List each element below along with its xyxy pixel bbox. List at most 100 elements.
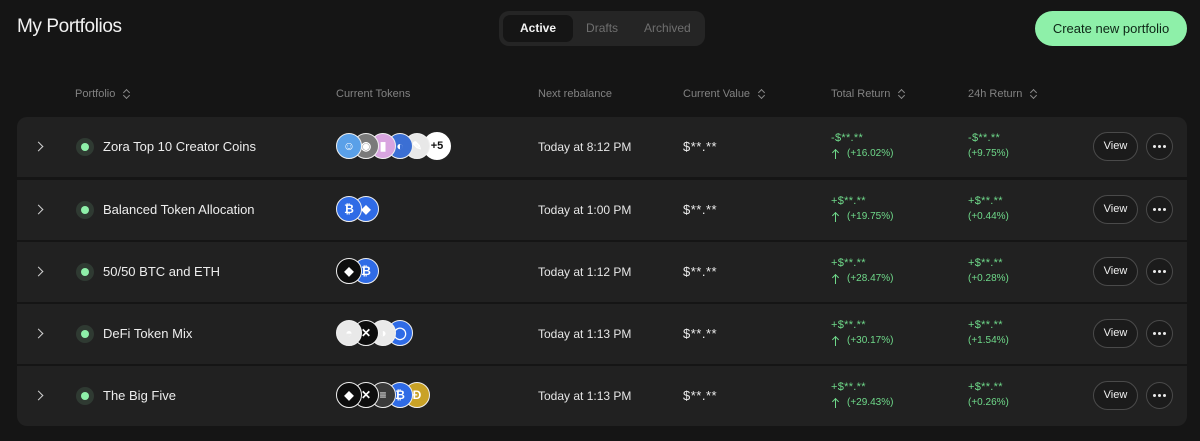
portfolio-status-tabs: Active Drafts Archived [499, 11, 705, 46]
status-indicator [76, 387, 94, 405]
return-24h: +$**.** (+1.54%) [968, 319, 1009, 346]
more-options-button[interactable] [1146, 320, 1173, 347]
current-value: $**.** [683, 326, 718, 341]
next-rebalance-time: Today at 1:12 PM [538, 265, 632, 279]
total-return: -$**.** (+16.02%) [831, 132, 893, 159]
arrow-up-icon [831, 398, 841, 408]
total-return-percent-value: (+29.43%) [847, 397, 894, 408]
total-return-amount: -$**.** [831, 132, 864, 144]
expand-chevron-icon[interactable] [33, 390, 44, 401]
sort-icon [758, 88, 766, 100]
expand-chevron-icon[interactable] [33, 141, 44, 152]
create-new-portfolio-button[interactable]: Create new portfolio [1035, 11, 1187, 46]
total-return-percent: (+28.47%) [831, 273, 893, 284]
total-return-percent-value: (+19.75%) [847, 211, 894, 222]
return-24h: +$**.** (+0.44%) [968, 195, 1009, 222]
return-24h-percent: (+0.44%) [968, 211, 1009, 222]
more-options-button[interactable] [1146, 382, 1173, 409]
more-dot [1153, 394, 1156, 397]
expand-chevron-icon[interactable] [33, 266, 44, 277]
total-return: +$**.** (+29.43%) [831, 381, 893, 408]
expand-chevron-icon[interactable] [33, 328, 44, 339]
more-options-button[interactable] [1146, 258, 1173, 285]
tab-active[interactable]: Active [503, 15, 574, 42]
token-icon-stack: ◆ ₿ [336, 258, 379, 286]
column-header-24h-return[interactable]: 24h Return [968, 88, 1038, 100]
total-return: +$**.** (+30.17%) [831, 319, 893, 346]
token-icon-stack: ◆ ✕ ≡ ₿ Ð [336, 382, 430, 410]
portfolio-name[interactable]: Zora Top 10 Creator Coins [103, 139, 256, 154]
total-return-percent-value: (+16.02%) [847, 148, 894, 159]
column-header-label: Next rebalance [538, 88, 612, 100]
more-dot [1163, 208, 1166, 211]
total-return-percent-value: (+30.17%) [847, 335, 894, 346]
bitcoin-icon: ₿ [336, 196, 362, 222]
more-dot [1153, 270, 1156, 273]
return-24h-amount: +$**.** [968, 381, 1003, 393]
total-return-percent: (+19.75%) [831, 211, 893, 222]
current-value: $**.** [683, 139, 718, 154]
more-dot [1163, 145, 1166, 148]
view-button[interactable]: View [1093, 319, 1138, 348]
column-header-label: 24h Return [968, 88, 1023, 100]
current-value: $**.** [683, 202, 718, 217]
view-button[interactable]: View [1093, 381, 1138, 410]
active-status-dot [81, 143, 89, 151]
more-dot [1158, 208, 1161, 211]
table-row[interactable]: 50/50 BTC and ETH ◆ ₿ Today at 1:12 PM $*… [17, 242, 1187, 302]
current-value: $**.** [683, 388, 718, 403]
more-dot [1153, 208, 1156, 211]
return-24h-percent: (+9.75%) [968, 148, 1009, 159]
more-dot [1163, 270, 1166, 273]
status-indicator [76, 138, 94, 156]
status-indicator [76, 263, 94, 281]
next-rebalance-time: Today at 1:13 PM [538, 327, 632, 341]
ethereum-icon: ◆ [336, 382, 362, 408]
tab-drafts[interactable]: Drafts [573, 15, 631, 42]
sort-icon [123, 88, 131, 100]
column-header-current-value[interactable]: Current Value [683, 88, 766, 100]
sort-icon [1030, 88, 1038, 100]
active-status-dot [81, 206, 89, 214]
total-return-percent: (+29.43%) [831, 397, 893, 408]
total-return-percent-value: (+28.47%) [847, 273, 894, 284]
table-row[interactable]: DeFi Token Mix ◓ ✕ ◑ ◯ Today at 1:13 PM $**… [17, 304, 1187, 364]
creator-coin-1-icon: ☺ [336, 133, 362, 159]
more-dot [1153, 145, 1156, 148]
next-rebalance-time: Today at 1:13 PM [538, 389, 632, 403]
column-header-portfolio[interactable]: Portfolio [75, 88, 131, 100]
token-icon-stack: ☺ ◉ ▮ ◐ ✎ +5 [336, 130, 453, 162]
portfolio-name[interactable]: The Big Five [103, 388, 176, 403]
active-status-dot [81, 268, 89, 276]
more-options-button[interactable] [1146, 196, 1173, 223]
total-return-percent: (+30.17%) [831, 335, 893, 346]
view-button[interactable]: View [1093, 132, 1138, 161]
total-return-amount: +$**.** [831, 257, 866, 269]
return-24h-amount: +$**.** [968, 195, 1003, 207]
total-return-amount: +$**.** [831, 195, 866, 207]
tab-archived[interactable]: Archived [631, 15, 704, 42]
more-dot [1158, 332, 1161, 335]
next-rebalance-time: Today at 1:00 PM [538, 203, 632, 217]
expand-chevron-icon[interactable] [33, 204, 44, 215]
return-24h-percent: (+1.54%) [968, 335, 1009, 346]
more-dot [1153, 332, 1156, 335]
portfolio-name[interactable]: Balanced Token Allocation [103, 202, 255, 217]
arrow-up-icon [831, 336, 841, 346]
column-header-total-return[interactable]: Total Return [831, 88, 906, 100]
portfolio-name[interactable]: DeFi Token Mix [103, 326, 192, 341]
view-button[interactable]: View [1093, 257, 1138, 286]
column-header-label: Total Return [831, 88, 891, 100]
column-header-label: Current Tokens [336, 88, 411, 100]
view-button[interactable]: View [1093, 195, 1138, 224]
table-row[interactable]: Balanced Token Allocation ₿ ◆ Today at 1:… [17, 180, 1187, 240]
portfolio-name[interactable]: 50/50 BTC and ETH [103, 264, 220, 279]
return-24h-amount: +$**.** [968, 257, 1003, 269]
table-row[interactable]: Zora Top 10 Creator Coins ☺ ◉ ▮ ◐ ✎ +5 Today … [17, 117, 1187, 177]
return-24h: -$**.** (+9.75%) [968, 132, 1009, 159]
current-value: $**.** [683, 264, 718, 279]
more-options-button[interactable] [1146, 133, 1173, 160]
table-row[interactable]: The Big Five ◆ ✕ ≡ ₿ Ð Today at 1:13 PM $**.… [17, 366, 1187, 426]
total-return-amount: +$**.** [831, 319, 866, 331]
total-return-amount: +$**.** [831, 381, 866, 393]
